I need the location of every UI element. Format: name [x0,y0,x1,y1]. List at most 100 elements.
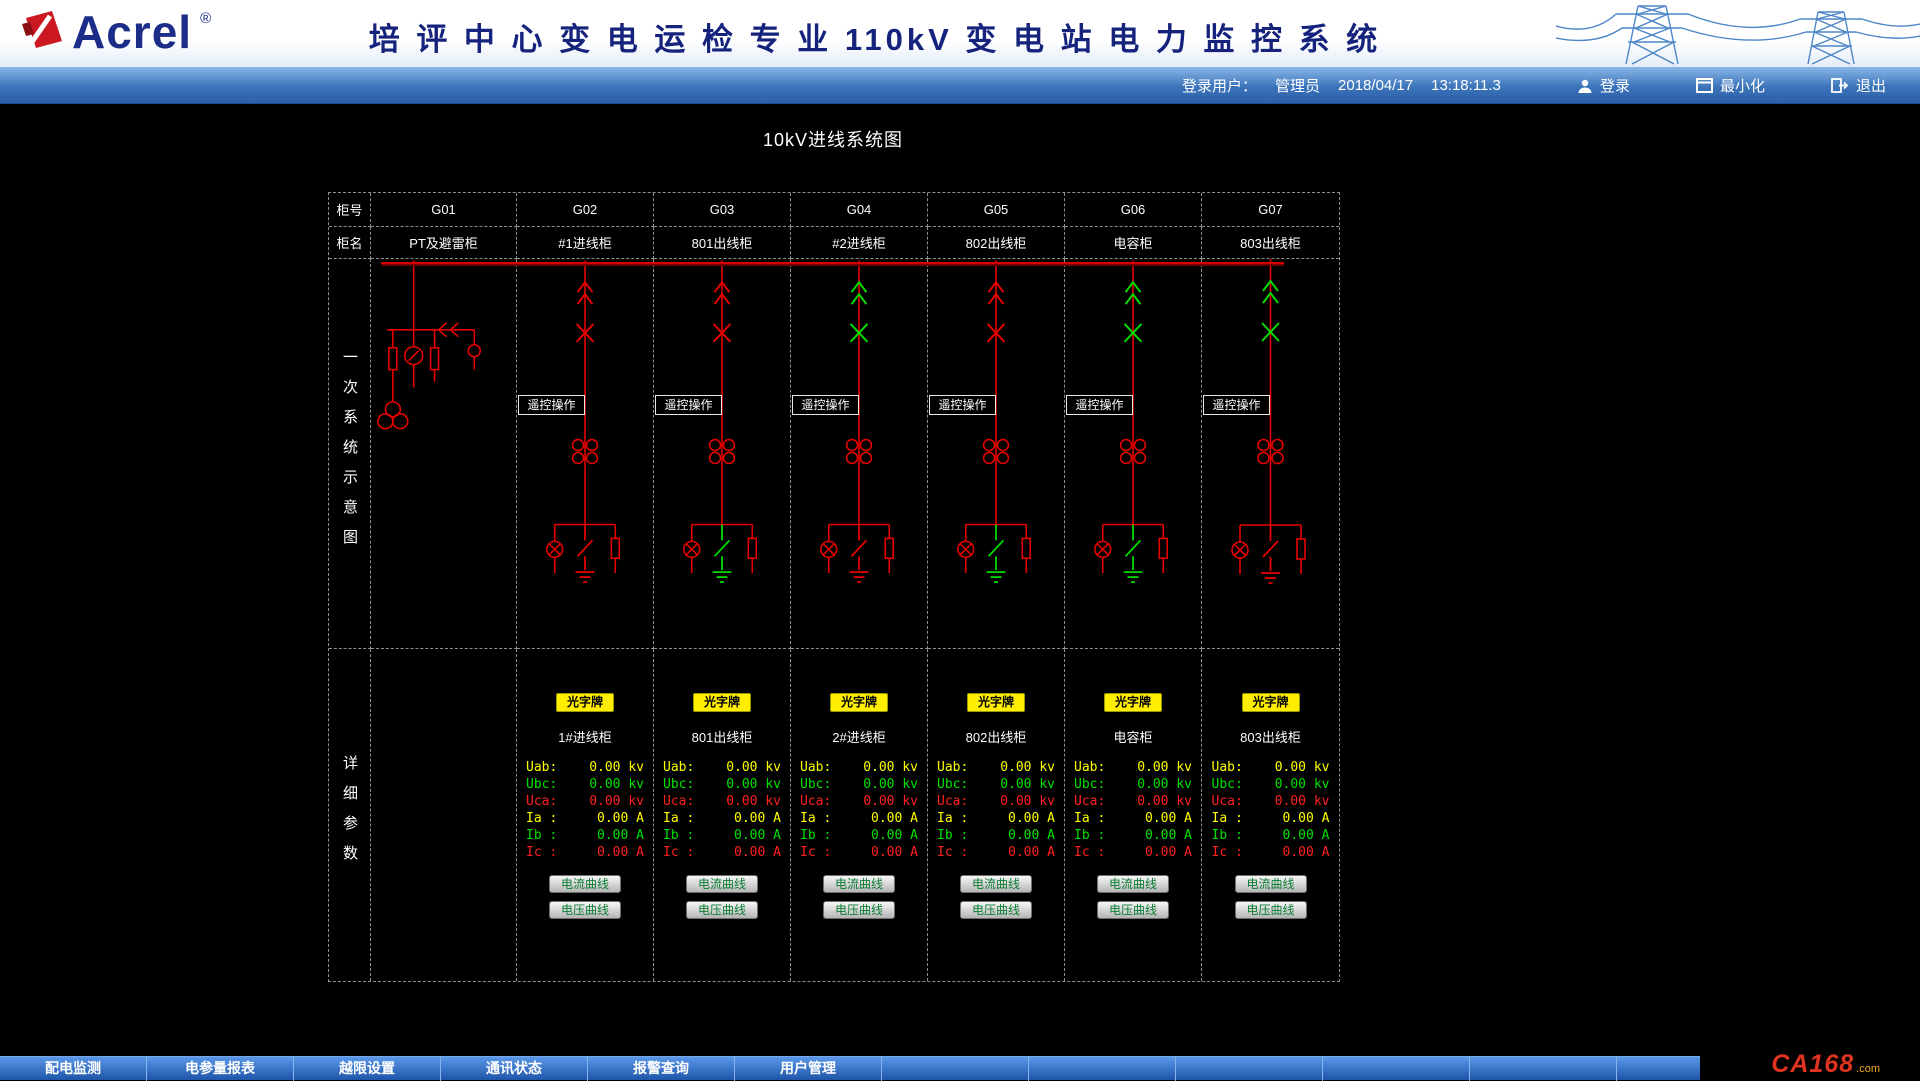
busbar-10kv [381,262,1284,266]
detail-panel-G04: 光字牌2#进线柜Uab:0.00 kvUbc:0.00 kvUca:0.00 k… [791,649,927,919]
measurement-value: 0.00 kv [1000,776,1055,793]
measurement-row: Ia : 0.00 A [663,810,781,827]
detail-panel-G03: 光字牌801出线柜Uab:0.00 kvUbc:0.00 kvUca:0.00 … [654,649,790,919]
measurement-row: Ic :0.00 A [937,844,1055,861]
voltage-curve-button-G07[interactable]: 电压曲线 [1235,901,1307,919]
detail-panel-G07: 光字牌803出线柜Uab:0.00 kvUbc:0.00 kvUca:0.00 … [1202,649,1339,919]
detail-panel-G02: 光字牌1#进线柜Uab:0.00 kvUbc:0.00 kvUca:0.00 k… [517,649,653,919]
remote-control-button-G07[interactable]: 遥控操作 [1203,395,1270,415]
column-id-G05: G05 [928,193,1065,227]
annunciator-button-G07[interactable]: 光字牌 [1242,693,1300,712]
voltage-curve-button-G02[interactable]: 电压曲线 [549,901,621,919]
measurement-value: 0.00 kv [589,759,644,776]
measurement-label: Ic : [800,844,831,861]
exit-button[interactable]: 退出 [1831,75,1886,96]
column-id-G03: G03 [654,193,791,227]
measurement-label: Uab: [663,759,694,776]
current-curve-button-G04[interactable]: 电流曲线 [823,875,895,893]
measurement-row: Ic :0.00 A [526,844,644,861]
footer-nav-item-1[interactable]: 配电监测 [0,1057,147,1081]
measurement-value: 0.00 A [871,827,918,844]
measurement-row: Uab:0.00 kv [937,759,1055,776]
measurement-value: 0.00 A [1145,827,1192,844]
remote-control-button-G04[interactable]: 遥控操作 [792,395,859,415]
measurement-label: Uca: [1074,793,1105,810]
measurement-label: Ubc: [800,776,831,793]
measurement-value: 0.00 kv [1137,776,1192,793]
measurement-value: 0.00 A [1283,844,1330,861]
measurement-value: 0.00 A [1283,827,1330,844]
footer-nav-item-3[interactable]: 越限设置 [294,1057,441,1081]
login-user-value: 管理员 [1275,75,1320,96]
measurement-row: Ubc:0.00 kv [937,776,1055,793]
measurement-value: 0.00 A [734,810,781,827]
login-button[interactable]: 登录 [1577,75,1630,96]
measurement-row: Uca:0.00 kv [800,793,918,810]
annunciator-button-G03[interactable]: 光字牌 [693,693,751,712]
measurement-row: Ic :0.00 A [663,844,781,861]
measurement-value: 0.00 A [1145,844,1192,861]
ca168-logo-text: CA168 [1771,1050,1854,1079]
measurement-row: Uab:0.00 kv [526,759,644,776]
measurement-row: Uca:0.00 kv [937,793,1055,810]
footer-nav-item-5[interactable]: 报警查询 [588,1057,735,1081]
voltage-curve-button-G03[interactable]: 电压曲线 [686,901,758,919]
remote-control-button-G05[interactable]: 遥控操作 [929,395,996,415]
current-curve-button-G02[interactable]: 电流曲线 [549,875,621,893]
ca168-logo: CA168 .com [1771,1050,1880,1079]
detail-cabinet-name-G07: 803出线柜 [1240,727,1301,746]
acrel-logo-icon [20,8,64,56]
remote-control-button-G03[interactable]: 遥控操作 [655,395,722,415]
column-id-G02: G02 [517,193,654,227]
measurement-row: Ib :0.00 A [937,827,1055,844]
current-curve-button-G07[interactable]: 电流曲线 [1235,875,1307,893]
voltage-curve-button-G06[interactable]: 电压曲线 [1097,901,1169,919]
detail-cabinet-name-G06: 电容柜 [1113,727,1152,746]
measurement-row: Ubc: 0.00 kv [800,776,918,793]
measurement-value: 0.00 A [734,827,781,844]
detail-cell-G07: 光字牌803出线柜Uab:0.00 kvUbc:0.00 kvUca:0.00 … [1202,649,1339,981]
measurement-row: Uab:0.00 kv [1212,759,1330,776]
measurement-value: 0.00 kv [863,776,918,793]
footer-nav-item-4[interactable]: 通讯状态 [441,1057,588,1081]
measurement-row: Ia :0.00 A [800,810,918,827]
measurement-value: 0.00 kv [589,776,644,793]
annunciator-button-G04[interactable]: 光字牌 [830,693,888,712]
detail-cabinet-name-G02: 1#进线柜 [558,727,611,746]
feeder-diagram [654,259,790,649]
measurement-label: Ia : [663,810,694,827]
footer-tab-empty [1176,1057,1323,1081]
footer-nav-item-2[interactable]: 电参量报表 [147,1057,294,1081]
measurement-value: 0.00 A [597,844,644,861]
measurement-list-G05: Uab:0.00 kvUbc:0.00 kvUca:0.00 kvIa :0.0… [937,759,1055,861]
cabinet-name-G05: 802出线柜 [928,227,1065,259]
pt-arrester-diagram [371,259,516,649]
remote-control-button-G06[interactable]: 遥控操作 [1066,395,1133,415]
measurement-list-G06: Uab:0.00 kvUbc:0.00 kvUca:0.00 kvIa :0.0… [1074,759,1192,861]
logo-registered-mark: ® [200,10,211,27]
measurement-label: Ubc: [1212,776,1243,793]
measurement-value: 0.00 A [1008,844,1055,861]
measurement-label: Ubc: [663,776,694,793]
annunciator-button-G02[interactable]: 光字牌 [556,693,614,712]
measurement-label: Ic : [1074,844,1105,861]
annunciator-button-G05[interactable]: 光字牌 [967,693,1025,712]
remote-control-button-G02[interactable]: 遥控操作 [518,395,585,415]
details-label-cell: 详细参数 [329,649,371,981]
measurement-label: Ib : [800,827,831,844]
detail-cell-G06: 光字牌电容柜Uab:0.00 kvUbc:0.00 kvUca:0.00 kvI… [1065,649,1202,981]
voltage-curve-button-G04[interactable]: 电压曲线 [823,901,895,919]
measurement-label: Uab: [800,759,831,776]
column-id-G04: G04 [791,193,928,227]
current-curve-button-G06[interactable]: 电流曲线 [1097,875,1169,893]
annunciator-button-G06[interactable]: 光字牌 [1104,693,1162,712]
current-curve-button-G05[interactable]: 电流曲线 [960,875,1032,893]
detail-cabinet-name-G05: 802出线柜 [966,727,1027,746]
measurement-row: Ib :0.00 A [1212,827,1330,844]
voltage-curve-button-G05[interactable]: 电压曲线 [960,901,1032,919]
page-title: 10kV进线系统图 [328,126,1338,152]
footer-nav-item-6[interactable]: 用户管理 [735,1057,882,1081]
minimize-button[interactable]: 最小化 [1696,75,1765,96]
measurement-row: Ubc:0.00 kv [663,776,781,793]
current-curve-button-G03[interactable]: 电流曲线 [686,875,758,893]
